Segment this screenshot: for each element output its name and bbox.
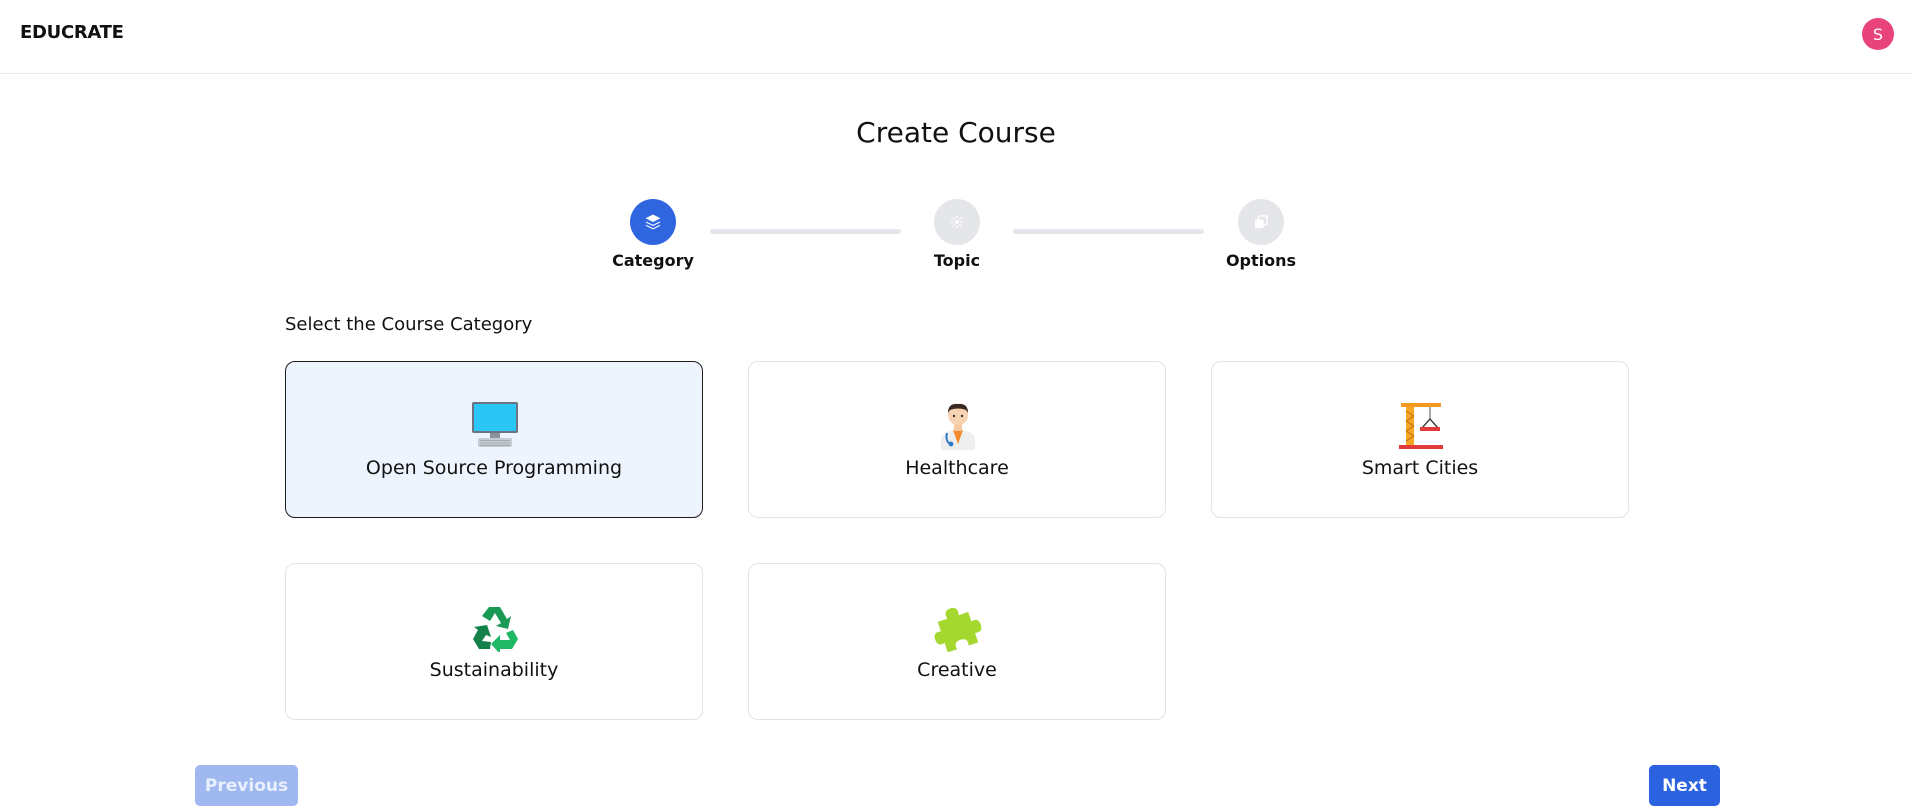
card-label: Healthcare <box>905 457 1009 479</box>
step-category[interactable]: Category <box>593 199 713 270</box>
copy-icon <box>1238 199 1284 245</box>
desktop-computer-icon <box>472 402 518 447</box>
previous-button[interactable]: Previous <box>195 765 298 806</box>
doctor-icon <box>941 403 975 450</box>
step-options[interactable]: Options <box>1201 199 1321 270</box>
app-logo[interactable]: EDUCRATE <box>20 22 124 43</box>
category-card-sustainability[interactable]: Sustainability <box>285 563 703 720</box>
category-card-creative[interactable]: Creative <box>748 563 1166 720</box>
card-label: Open Source Programming <box>365 457 623 479</box>
category-card-open-source-programming[interactable]: Open Source Programming <box>285 361 703 518</box>
page-title: Create Course <box>856 116 1056 149</box>
next-button[interactable]: Next <box>1649 765 1720 806</box>
construction-crane-icon <box>1399 403 1443 449</box>
user-avatar[interactable]: S <box>1862 18 1894 50</box>
layers-icon <box>630 199 676 245</box>
top-header: EDUCRATE S <box>0 0 1912 74</box>
step-connector-2 <box>1013 229 1204 234</box>
step-label: Category <box>612 251 694 270</box>
step-connector-1 <box>710 229 901 234</box>
step-label: Topic <box>933 251 981 270</box>
category-card-smart-cities[interactable]: Smart Cities <box>1211 361 1629 518</box>
step-topic[interactable]: Topic <box>897 199 1017 270</box>
lightbulb-icon <box>934 199 980 245</box>
step-label: Options <box>1225 251 1297 270</box>
recycle-icon <box>473 607 518 652</box>
puzzle-piece-icon <box>934 607 982 652</box>
category-card-healthcare[interactable]: Healthcare <box>748 361 1166 518</box>
card-label: Creative <box>917 659 997 681</box>
category-heading: Select the Course Category <box>285 314 533 335</box>
card-label: Sustainability <box>429 659 559 681</box>
card-label: Smart Cities <box>1361 457 1479 479</box>
